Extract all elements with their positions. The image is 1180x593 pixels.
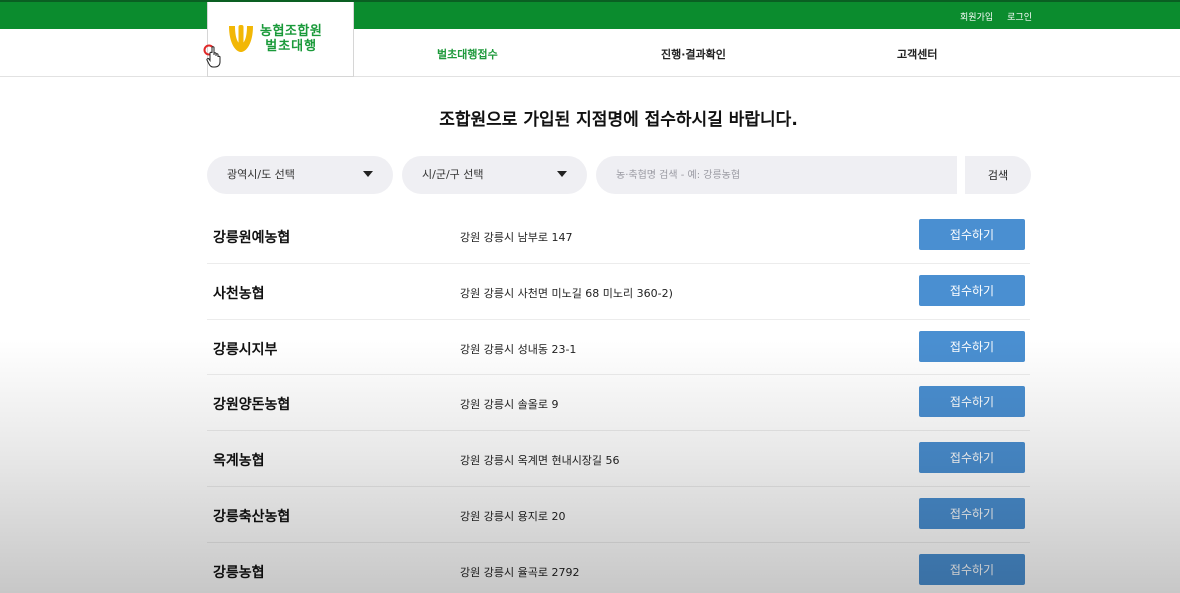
apply-button[interactable]: 접수하기 xyxy=(919,330,1025,362)
branch-name: 강릉농협 xyxy=(213,564,265,581)
list-item: 사천농협 강원 강릉시 사천면 미노길 68 미노리 360-2) 접수하기 xyxy=(207,264,1030,320)
district-select[interactable]: 시/군/구 선택 xyxy=(402,156,587,194)
branch-address: 강원 강릉시 율곡로 2792 xyxy=(460,565,580,579)
apply-button[interactable]: 접수하기 xyxy=(919,274,1025,306)
branch-name: 강릉시지부 xyxy=(213,341,278,358)
list-item: 강원양돈농협 강원 강릉시 솔올로 9 접수하기 xyxy=(207,375,1030,432)
list-item: 옥계농협 강원 강릉시 옥계면 현내시장길 56 접수하기 xyxy=(207,431,1030,487)
apply-button[interactable]: 접수하기 xyxy=(919,553,1025,585)
branch-name: 옥계농협 xyxy=(213,453,265,470)
search-button[interactable]: 검색 xyxy=(965,156,1031,194)
list-item: 강릉원예농협 강원 강릉시 남부로 147 접수하기 xyxy=(207,208,1030,264)
branch-search-input[interactable] xyxy=(596,156,957,194)
logo-line2: 벌초대행 xyxy=(265,39,318,54)
list-item: 강릉축산농협 강원 강릉시 용지로 20 접수하기 xyxy=(207,487,1030,543)
page-title: 조합원으로 가입된 지점명에 접수하시길 바랍니다. xyxy=(439,110,798,130)
list-item: 강릉농협 강원 강릉시 율곡로 2792 접수하기 xyxy=(207,543,1030,593)
logo-line1: 농협조합원 xyxy=(260,24,323,39)
branch-address: 강원 강릉시 옥계면 현내시장길 56 xyxy=(460,454,620,468)
nh-logo-icon xyxy=(229,25,253,52)
nav-apply[interactable]: 벌초대행접수 xyxy=(437,46,498,62)
signup-link[interactable]: 회원가입 xyxy=(960,10,993,23)
branch-address: 강원 강릉시 사천면 미노길 68 미노리 360-2) xyxy=(460,286,673,300)
list-item: 강릉시지부 강원 강릉시 성내동 23-1 접수하기 xyxy=(207,320,1030,376)
branch-list: 강릉원예농협 강원 강릉시 남부로 147 접수하기 사천농협 강원 강릉시 사… xyxy=(207,208,1030,593)
nav-status[interactable]: 진행·결과확인 xyxy=(661,46,726,62)
header-nav: 벌초대행접수 진행·결과확인 고객센터 xyxy=(0,29,1180,77)
district-select-label: 시/군/구 선택 xyxy=(422,168,484,181)
apply-button[interactable]: 접수하기 xyxy=(919,442,1025,474)
branch-address: 강원 강릉시 솔올로 9 xyxy=(460,398,559,412)
branch-address: 강원 강릉시 남부로 147 xyxy=(460,231,573,244)
branch-name: 사천농협 xyxy=(213,285,265,302)
hand-cursor-icon xyxy=(203,44,221,68)
apply-button[interactable]: 접수하기 xyxy=(919,386,1025,418)
branch-name: 강릉축산농협 xyxy=(213,508,291,525)
caret-down-icon xyxy=(363,171,373,177)
logo[interactable]: 농협조합원 벌초대행 xyxy=(207,2,354,77)
top-bar: 회원가입 로그인 xyxy=(0,0,1180,29)
top-links: 회원가입 로그인 xyxy=(960,10,1032,23)
apply-button[interactable]: 접수하기 xyxy=(919,497,1025,529)
caret-down-icon xyxy=(557,171,567,177)
region-select[interactable]: 광역시/도 선택 xyxy=(207,156,393,194)
branch-address: 강원 강릉시 용지로 20 xyxy=(460,509,566,523)
apply-button[interactable]: 접수하기 xyxy=(919,219,1025,250)
region-select-label: 광역시/도 선택 xyxy=(227,168,295,181)
branch-address: 강원 강릉시 성내동 23-1 xyxy=(460,342,577,356)
login-link[interactable]: 로그인 xyxy=(1007,10,1032,23)
nav-customer-center[interactable]: 고객센터 xyxy=(897,46,937,62)
branch-name: 강원양돈농협 xyxy=(213,397,291,414)
branch-name: 강릉원예농협 xyxy=(213,230,291,246)
